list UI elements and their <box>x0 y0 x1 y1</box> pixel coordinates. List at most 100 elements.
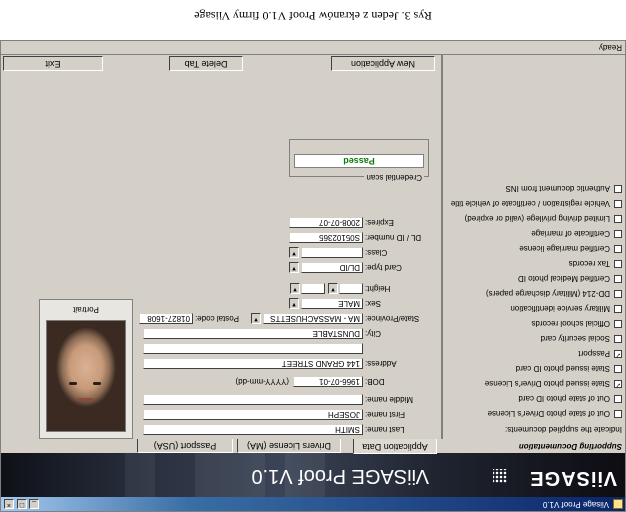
dob-field[interactable]: 1966-07-01 <box>293 376 363 387</box>
checkbox[interactable] <box>614 275 622 284</box>
doc-item[interactable]: Certified marriage license <box>519 242 622 254</box>
doc-item[interactable]: Vehicle registration / certificate of ve… <box>451 197 622 209</box>
chevron-down-icon[interactable]: ▼ <box>251 313 261 324</box>
height-label: Height: <box>365 284 391 293</box>
checkbox-checked[interactable]: ✓ <box>614 350 622 359</box>
expires-field[interactable]: 2008-07-07 <box>289 217 363 228</box>
banner: ViiSAGE ViiSAGE Proof V1.0 <box>1 453 625 497</box>
card-type-label: Card type: <box>365 263 402 272</box>
exit-button[interactable]: Exit <box>3 56 103 71</box>
doc-item[interactable]: Certified Medical photo ID <box>518 272 622 284</box>
tab-row: Supporting Documentation Application Dat… <box>1 439 625 454</box>
close-button[interactable]: × <box>4 499 14 509</box>
checkbox[interactable] <box>614 185 622 194</box>
first-name-field[interactable]: JOSEPH <box>143 409 363 420</box>
viisage-logo: ViiSAGE <box>529 467 617 489</box>
application-form: Portrait Last name: SMITH First name: JO… <box>1 55 439 439</box>
doc-item[interactable]: Social security card <box>541 332 622 344</box>
portrait-frame: Portrait <box>39 299 133 439</box>
city-label: City: <box>365 329 381 338</box>
chevron-down-icon[interactable]: ▼ <box>289 247 299 258</box>
maximize-button[interactable]: □ <box>17 499 27 509</box>
height-feet-select[interactable] <box>339 283 363 294</box>
delete-tab-button[interactable]: Delete Tab <box>169 56 243 71</box>
chevron-down-icon[interactable]: ▼ <box>328 283 338 294</box>
expires-label: Expires: <box>365 218 394 227</box>
state-label: State/Province: <box>365 314 420 323</box>
middle-name-field[interactable] <box>143 394 363 405</box>
checkbox[interactable] <box>614 215 622 224</box>
doc-item[interactable]: State issued photo ID card <box>516 362 622 374</box>
sex-label: Sex: <box>365 299 382 308</box>
checkbox[interactable] <box>614 320 622 329</box>
tab-passport[interactable]: Passport (USA) <box>137 439 233 453</box>
doc-item[interactable]: DD-214 (Military discharge papers) <box>486 287 622 299</box>
title-bar: Viisage Proof V1.0 _ □ × <box>1 497 625 511</box>
eye-shape <box>69 382 77 385</box>
tab-application-data[interactable]: Application Data <box>353 439 437 454</box>
chevron-down-icon[interactable]: ▼ <box>289 298 299 309</box>
state-select[interactable]: MA - MASSACHUSETTS <box>263 313 363 324</box>
doc-item[interactable]: Out of state photo Driver's License <box>488 407 622 419</box>
doc-item[interactable]: ✓Passport <box>578 347 622 359</box>
checkbox-checked[interactable]: ✓ <box>614 380 622 389</box>
doc-item[interactable]: Certificate of marriage <box>531 227 622 239</box>
app-icon <box>613 499 623 509</box>
checkbox[interactable] <box>614 335 622 344</box>
credential-scan-caption: Credential scan <box>364 173 424 182</box>
last-name-label: Last name: <box>365 425 405 434</box>
doc-item[interactable]: Official school records <box>531 317 622 329</box>
tab-drivers-license[interactable]: Drivers License (MA) <box>237 439 341 453</box>
application-window: Viisage Proof V1.0 _ □ × ViiSAGE ViiSAGE… <box>0 40 626 512</box>
portrait-label: Portrait <box>73 305 99 314</box>
credential-result: Passed <box>294 154 424 168</box>
dob-label: DOB: <box>365 377 385 386</box>
last-name-field[interactable]: SMITH <box>143 424 363 435</box>
class-label: Class: <box>365 248 388 257</box>
status-bar: Ready <box>1 41 625 55</box>
doc-item[interactable]: Out of state photo ID card <box>518 392 622 404</box>
postal-code-field[interactable]: 01827-1608 <box>139 313 193 324</box>
checkbox[interactable] <box>614 365 622 374</box>
address-field[interactable]: 144 GRAND STREET <box>143 358 363 369</box>
city-field[interactable]: DUNSTABLE <box>143 328 363 339</box>
logo-dots-icon <box>493 469 507 483</box>
checkbox[interactable] <box>614 395 622 404</box>
address-line2-field[interactable] <box>143 343 363 354</box>
portrait-photo <box>46 320 126 432</box>
chevron-down-icon[interactable]: ▼ <box>290 283 300 294</box>
doc-item[interactable]: Limited driving privilege (valid or expi… <box>465 212 622 224</box>
new-application-button[interactable]: New Application <box>331 56 435 71</box>
mouth-shape <box>77 398 93 401</box>
class-select[interactable] <box>301 247 363 258</box>
eye-shape <box>93 382 101 385</box>
figure-caption: Rys 3. Jeden z ekranów Proof V1.0 firmy … <box>0 0 626 31</box>
minimize-button[interactable]: _ <box>29 499 39 509</box>
checkbox[interactable] <box>614 260 622 269</box>
doc-item[interactable]: Military service identification <box>510 302 622 314</box>
checkbox[interactable] <box>614 305 622 314</box>
checkbox[interactable] <box>614 290 622 299</box>
product-name: ViiSAGE Proof V1.0 <box>251 465 430 487</box>
middle-name-label: Middle name: <box>365 395 414 404</box>
dl-id-number-field[interactable]: S05102365 <box>289 232 363 243</box>
height-inches-select[interactable] <box>301 283 325 294</box>
address-label: Address: <box>365 359 397 368</box>
checkbox[interactable] <box>614 245 622 254</box>
first-name-label: First name: <box>365 410 406 419</box>
card-type-select[interactable]: DL/ID <box>301 262 363 273</box>
chevron-down-icon[interactable]: ▼ <box>289 262 299 273</box>
checkbox[interactable] <box>614 410 622 419</box>
supporting-documentation-label: Supporting Documentation <box>518 442 622 451</box>
doc-item[interactable]: Authentic document from INS <box>506 182 622 194</box>
sex-select[interactable]: MALE <box>301 298 363 309</box>
dob-format-hint: (YYYY-mm-dd) <box>235 377 290 386</box>
window-title: Viisage Proof V1.0 <box>542 500 609 509</box>
doc-item[interactable]: Tax records <box>569 257 622 269</box>
dl-id-number-label: DL / ID number: <box>365 233 422 242</box>
checkbox[interactable] <box>614 230 622 239</box>
postal-code-label: Postal code: <box>195 314 240 323</box>
doc-item[interactable]: ✓State issued photo Driver's License <box>485 377 622 389</box>
rotated-screenshot: Rys 3. Jeden z ekranów Proof V1.0 firmy … <box>0 0 626 512</box>
checkbox[interactable] <box>614 200 622 209</box>
